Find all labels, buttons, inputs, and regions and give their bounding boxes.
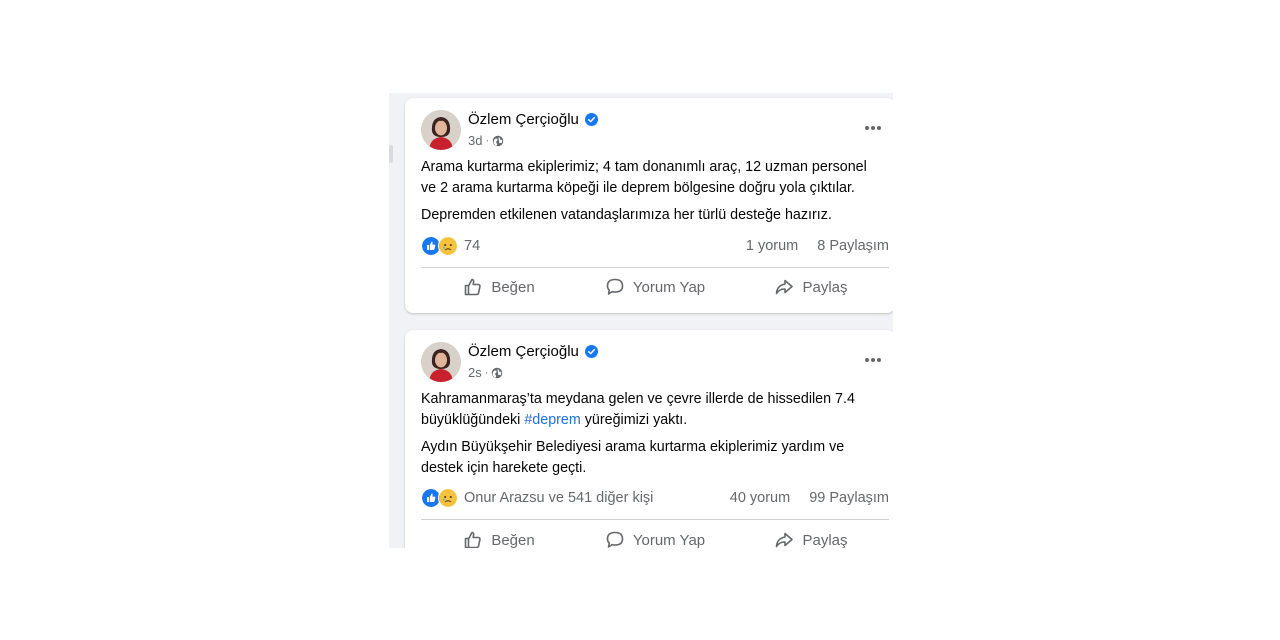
like-label: Beğen	[491, 278, 535, 296]
reactions-count[interactable]: Onur Arazsu ve 541 diğer kişi	[464, 490, 653, 506]
share-label: Paylaş	[802, 278, 848, 296]
verified-badge-icon	[585, 113, 598, 126]
post-actions: Beğen Yorum Yap Paylaş	[421, 522, 889, 548]
like-label: Beğen	[491, 531, 535, 549]
post-paragraph: Depremden etkilenen vatandaşlarımıza her…	[421, 207, 832, 223]
share-button[interactable]: Paylaş	[733, 269, 889, 305]
divider	[421, 519, 889, 520]
comment-label: Yorum Yap	[632, 531, 706, 549]
reactions-summary[interactable]: Onur Arazsu ve 541 diğer kişi	[421, 488, 653, 508]
comment-label: Yorum Yap	[632, 278, 706, 296]
sad-reaction-icon	[438, 488, 458, 508]
thumbs-up-icon	[465, 278, 482, 296]
post-paragraph: Kahramanmaraş’ta meydana gelen ve çevre …	[421, 389, 879, 430]
comment-button[interactable]: Yorum Yap	[577, 522, 733, 548]
feed-scroll-edge	[389, 145, 393, 163]
post-paragraph: Aydın Büyükşehir Belediyesi arama kurtar…	[421, 439, 845, 476]
share-label: Paylaş	[802, 531, 848, 549]
paragraph-text: yüreğimizi yaktı.	[580, 411, 688, 428]
share-button[interactable]: Paylaş	[733, 522, 889, 548]
avatar[interactable]	[421, 342, 461, 382]
post-paragraph: Arama kurtarma ekiplerimiz; 4 tam donanı…	[421, 159, 867, 196]
post-text: Arama kurtarma ekiplerimiz; 4 tam donanı…	[421, 157, 879, 233]
verified-badge-icon	[585, 345, 598, 358]
news-feed: Özlem Çerçioğlu 3d · Arama kurtarma ekip…	[389, 93, 893, 548]
comment-button[interactable]: Yorum Yap	[577, 269, 733, 305]
post-text: Kahramanmaraş’ta meydana gelen ve çevre …	[421, 389, 879, 485]
more-horizontal-icon	[865, 358, 881, 362]
avatar[interactable]	[421, 110, 461, 150]
divider	[421, 267, 889, 268]
comments-count[interactable]: 40 yorum	[730, 490, 790, 506]
more-horizontal-icon	[865, 126, 881, 130]
more-options-button[interactable]	[859, 118, 887, 138]
shares-count[interactable]: 99 Paylaşım	[809, 490, 889, 506]
share-arrow-icon	[776, 532, 794, 548]
author-name[interactable]: Özlem Çerçioğlu	[468, 111, 579, 128]
post-meta: 3d ·	[468, 133, 504, 148]
post-card: Özlem Çerçioğlu 2s · Kahramanmaraş’ta me…	[405, 330, 893, 548]
sad-reaction-icon	[438, 236, 458, 256]
post-stats: Onur Arazsu ve 541 diğer kişi 40 yorum 9…	[421, 486, 889, 510]
shares-count[interactable]: 8 Paylaşım	[817, 238, 889, 254]
more-options-button[interactable]	[859, 350, 887, 370]
globe-icon[interactable]	[492, 135, 504, 147]
reactions-count[interactable]: 74	[464, 238, 480, 254]
comments-count[interactable]: 1 yorum	[746, 238, 798, 254]
reactions-summary[interactable]: 74	[421, 236, 480, 256]
post-timestamp[interactable]: 2s	[468, 365, 482, 380]
meta-separator: ·	[485, 134, 490, 147]
share-arrow-icon	[776, 279, 794, 295]
hashtag-link[interactable]: #deprem	[524, 412, 580, 428]
post-timestamp[interactable]: 3d	[468, 133, 482, 148]
thumbs-up-icon	[465, 531, 482, 548]
post-stats: 74 1 yorum 8 Paylaşım	[421, 234, 889, 258]
comment-bubble-icon	[606, 531, 624, 548]
author-name[interactable]: Özlem Çerçioğlu	[468, 343, 579, 360]
like-button[interactable]: Beğen	[421, 269, 577, 305]
comment-bubble-icon	[606, 278, 624, 295]
like-button[interactable]: Beğen	[421, 522, 577, 548]
post-card: Özlem Çerçioğlu 3d · Arama kurtarma ekip…	[405, 98, 893, 313]
globe-icon[interactable]	[491, 367, 503, 379]
post-meta: 2s ·	[468, 365, 503, 380]
meta-separator: ·	[484, 366, 489, 379]
post-actions: Beğen Yorum Yap Paylaş	[421, 269, 889, 305]
